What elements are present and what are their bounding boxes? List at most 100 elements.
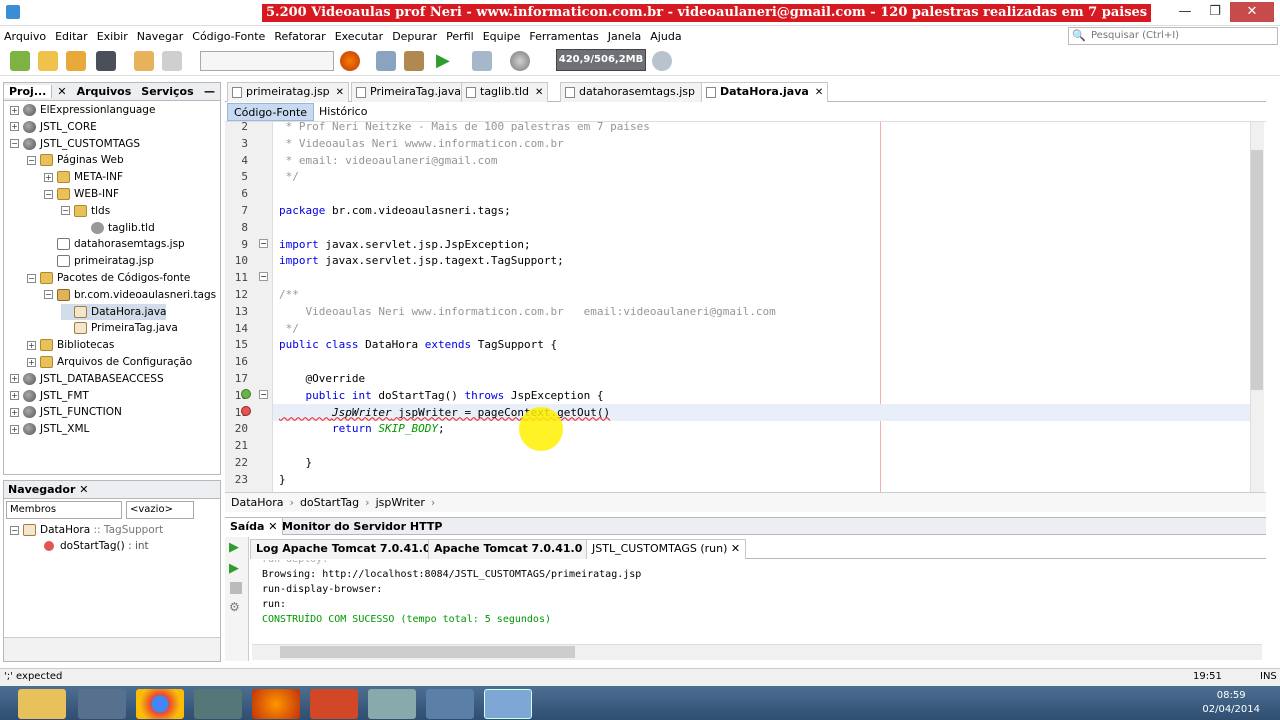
breadcrumb-item[interactable]: jspWriter — [376, 496, 425, 509]
editor-tab[interactable]: primeiratag.jsp ✕ — [227, 82, 350, 102]
new-project-icon[interactable] — [38, 51, 58, 71]
expand-icon[interactable]: + — [10, 407, 19, 417]
search-input[interactable]: Pesquisar (Ctrl+I) — [1068, 27, 1278, 45]
tree-item[interactable]: + JSTL_DATABASEACCESS — [10, 371, 164, 387]
scroll-thumb[interactable] — [1251, 150, 1263, 390]
tab-projects[interactable]: Proj... — [4, 85, 53, 98]
code-line[interactable]: return SKIP_BODY; — [279, 420, 445, 437]
breadcrumb-item[interactable]: DataHora — [231, 496, 284, 509]
expand-icon[interactable]: + — [10, 391, 19, 401]
tree-item[interactable]: + Bibliotecas — [27, 337, 114, 353]
code-line[interactable]: public class DataHora extends TagSupport… — [279, 336, 557, 353]
code-line[interactable]: /** — [279, 286, 299, 303]
tree-item[interactable]: − br.com.videoaulasneri.tags — [44, 287, 216, 303]
tree-item[interactable]: + META-INF — [44, 169, 123, 185]
stop-icon[interactable] — [230, 582, 242, 594]
code-line[interactable]: import javax.servlet.jsp.JspException; — [279, 236, 531, 253]
expand-icon[interactable]: + — [10, 424, 19, 434]
menu-item-12[interactable]: Ajuda — [650, 30, 681, 43]
tab-http-monitor[interactable]: Monitor do Servidor HTTP — [277, 518, 447, 535]
tree-item[interactable]: primeiratag.jsp — [44, 253, 154, 269]
hscroll-thumb[interactable] — [280, 646, 575, 658]
close-icon[interactable]: ✕ — [336, 87, 344, 98]
code-line[interactable]: public int doStartTag() throws JspExcept… — [279, 387, 604, 404]
nav-method-row[interactable]: doStartTag() : int — [44, 538, 149, 554]
fold-icon[interactable]: − — [259, 389, 268, 399]
code-line[interactable]: Videoaulas Neri www.informaticon.com.br … — [279, 303, 775, 320]
close-icon[interactable]: ✕ — [727, 542, 740, 555]
navigator-tab[interactable]: Navegador ✕ — [4, 481, 220, 499]
clock[interactable]: 08:59 02/04/2014 — [1202, 689, 1260, 717]
error-marker-icon[interactable] — [241, 405, 251, 416]
app-icon[interactable] — [194, 689, 242, 719]
profile-icon[interactable] — [510, 51, 530, 71]
menu-item-5[interactable]: Refatorar — [274, 30, 325, 43]
code-line[interactable]: } — [279, 454, 312, 471]
memory-indicator[interactable]: 420,9/506,2MB — [556, 49, 646, 71]
collapse-icon[interactable]: − — [27, 273, 36, 283]
editor-tab[interactable]: datahorasemtags.jsp✕ — [560, 82, 715, 102]
code-line[interactable]: * email: videoaulaneri@gmail.com — [279, 152, 498, 169]
tab-files[interactable]: Arquivos — [72, 85, 137, 98]
expand-icon[interactable]: + — [44, 172, 53, 182]
tree-item[interactable]: taglib.tld — [78, 220, 155, 236]
tab-services[interactable]: Serviços — [136, 85, 198, 98]
netbeans-icon[interactable] — [484, 689, 532, 719]
expand-icon[interactable]: + — [27, 340, 36, 350]
maximize-button[interactable]: ❐ — [1200, 2, 1230, 22]
undo-icon[interactable] — [134, 51, 154, 71]
build-icon[interactable] — [404, 51, 424, 71]
tree-item[interactable]: − Páginas Web — [27, 152, 124, 168]
collapse-icon[interactable]: − — [61, 206, 70, 216]
tree-item[interactable]: datahorasemtags.jsp — [44, 236, 185, 252]
override-marker-icon[interactable] — [241, 388, 251, 399]
fold-icon[interactable]: − — [259, 272, 268, 282]
expand-icon[interactable]: + — [10, 105, 19, 115]
menu-item-4[interactable]: Código-Fonte — [192, 30, 265, 43]
collapse-icon[interactable]: − — [44, 290, 53, 300]
code-line[interactable]: @Override — [279, 370, 365, 387]
redo-icon[interactable] — [162, 51, 182, 71]
minimize-panel-icon[interactable]: — — [199, 85, 220, 98]
code-line[interactable]: * Videoaulas Neri wwww.informaticon.com.… — [279, 135, 564, 152]
output-subtab[interactable]: Log Apache Tomcat 7.0.41.0 ✕ — [250, 539, 450, 559]
collapse-icon[interactable]: − — [10, 525, 19, 535]
menu-item-7[interactable]: Depurar — [392, 30, 437, 43]
fold-icon[interactable]: − — [259, 238, 268, 248]
debug-icon[interactable] — [472, 51, 492, 71]
code-line[interactable]: * Prof Neri Neitzke - Mais de 100 palest… — [279, 122, 650, 135]
minimize-button[interactable]: — — [1170, 2, 1200, 22]
app-icon[interactable] — [426, 689, 474, 719]
settings-icon[interactable]: ⚙ — [229, 600, 244, 614]
collapse-icon[interactable]: − — [27, 155, 36, 165]
collapse-icon[interactable]: − — [44, 189, 53, 199]
code-line[interactable]: import javax.servlet.jsp.tagext.TagSuppo… — [279, 252, 564, 269]
tree-item[interactable]: + ElExpressionlanguage — [10, 102, 155, 118]
expand-icon[interactable]: + — [10, 374, 19, 384]
close-icon[interactable]: ✕ — [815, 87, 823, 98]
app-icon[interactable] — [78, 689, 126, 719]
history-button[interactable]: Histórico — [313, 103, 373, 121]
editor-tab[interactable]: taglib.tld ✕ — [461, 82, 549, 102]
save-all-icon[interactable] — [96, 51, 116, 71]
menu-item-8[interactable]: Perfil — [446, 30, 474, 43]
firefox-icon[interactable] — [252, 689, 300, 719]
tree-item[interactable]: − JSTL_CUSTOMTAGS — [10, 136, 140, 152]
browser-icon[interactable] — [340, 51, 360, 71]
expand-icon[interactable]: + — [10, 122, 19, 132]
gc-icon[interactable] — [652, 51, 672, 71]
tree-item[interactable]: + JSTL_FMT — [10, 388, 89, 404]
members-select[interactable]: Membros — [6, 501, 122, 519]
tree-item[interactable]: DataHora.java — [61, 303, 167, 320]
tree-item[interactable]: + JSTL_CORE — [10, 119, 97, 135]
powerpoint-icon[interactable] — [310, 689, 358, 719]
code-line[interactable]: package br.com.videoaulasneri.tags; — [279, 202, 511, 219]
clean-build-icon[interactable] — [376, 51, 396, 71]
code-editor[interactable]: * Prof Neri Neitzke - Mais de 100 palest… — [273, 122, 1250, 492]
code-line[interactable]: */ — [279, 168, 299, 185]
rerun-args-icon[interactable]: ▶ — [229, 561, 244, 576]
tree-item[interactable]: + JSTL_FUNCTION — [10, 404, 122, 420]
menu-item-0[interactable]: Arquivo — [4, 30, 46, 43]
menu-item-6[interactable]: Executar — [335, 30, 384, 43]
open-project-icon[interactable] — [66, 51, 86, 71]
